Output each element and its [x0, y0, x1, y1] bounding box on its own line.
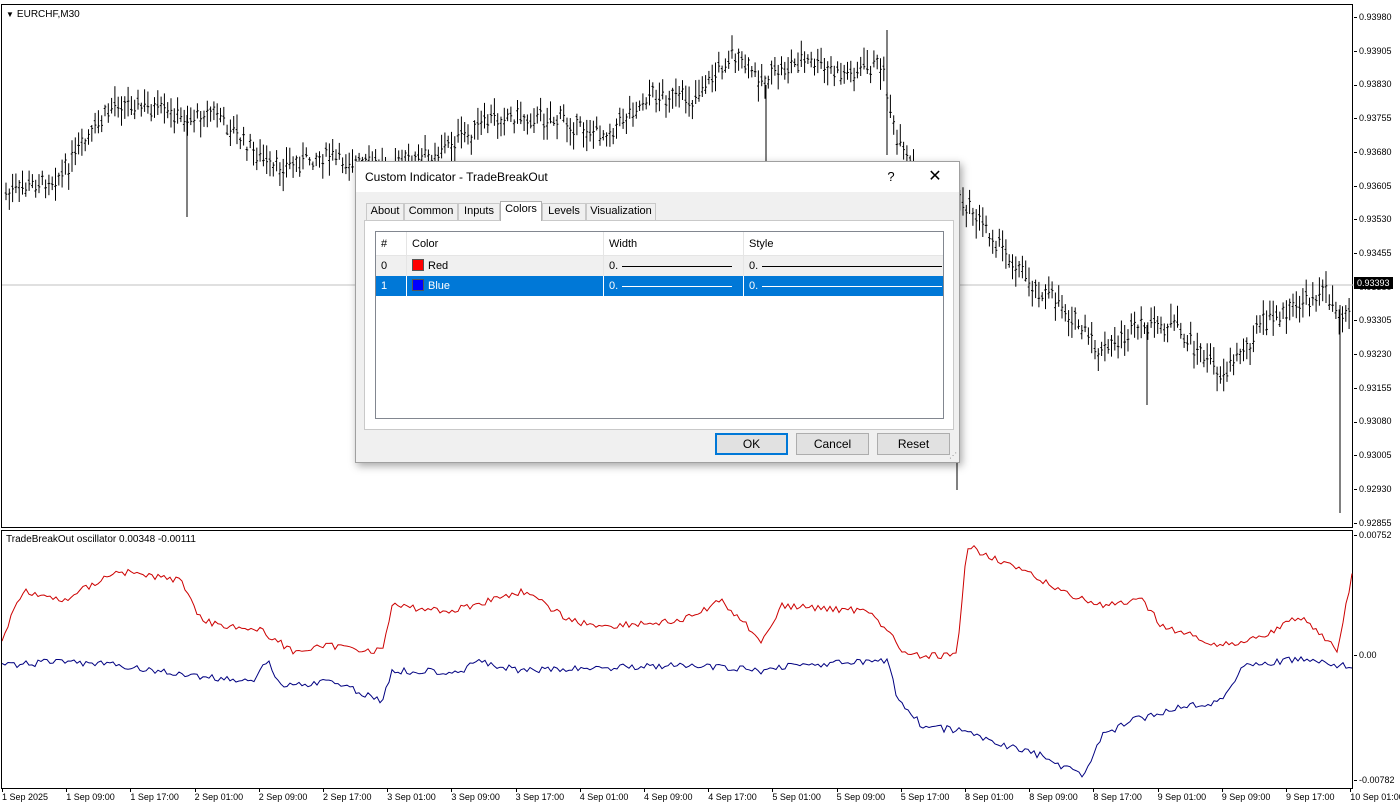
time-tick-label: 3 Sep 01:00 [387, 789, 436, 802]
time-tick-label: 8 Sep 01:00 [965, 789, 1014, 802]
column-header-index[interactable]: # [376, 232, 407, 256]
row-width-cell[interactable]: 0. [604, 276, 744, 296]
style-value: 0. [749, 280, 759, 292]
oscillator-blue-line [2, 656, 1353, 778]
current-price-tag: 0.93393 [1354, 277, 1393, 289]
row-index: 0 [376, 256, 407, 276]
row-style-cell[interactable]: 0. [744, 276, 943, 296]
tab-common[interactable]: Common [404, 203, 458, 220]
dialog-title: Custom Indicator - TradeBreakOut [365, 170, 548, 184]
tab-levels[interactable]: Levels [542, 203, 586, 220]
time-tick-label: 1 Sep 17:00 [130, 789, 179, 802]
width-value: 0. [609, 280, 619, 292]
oscillator-tick-label: 0.00 [1354, 650, 1377, 660]
time-tick-label: 9 Sep 09:00 [1221, 789, 1271, 802]
tab-visualization[interactable]: Visualization [586, 203, 656, 220]
color-name: Blue [428, 280, 451, 292]
time-tick-label: 4 Sep 01:00 [579, 789, 629, 802]
colors-tab-panel: # Color Width Style 0 Red 0. 0. 1 Blue 0… [364, 220, 954, 430]
row-width-cell[interactable]: 0. [604, 256, 744, 276]
color-swatch [412, 279, 424, 291]
close-button[interactable]: ✕ [920, 166, 950, 188]
oscillator-tick-label: 0.00752 [1354, 530, 1392, 540]
cancel-button[interactable]: Cancel [796, 433, 869, 455]
price-tick-label: 0.92930 [1354, 484, 1392, 494]
price-tick-label: 0.93230 [1354, 349, 1392, 359]
tab-inputs[interactable]: Inputs [458, 203, 500, 220]
price-tick-label: 0.93455 [1354, 248, 1392, 258]
price-tick-label: 0.93305 [1354, 315, 1392, 325]
row-index: 1 [376, 276, 407, 296]
ok-button[interactable]: OK [715, 433, 788, 455]
price-tick-label: 0.93830 [1354, 79, 1392, 89]
color-name: Red [428, 260, 449, 272]
table-row[interactable]: 1 Blue 0. 0. [376, 276, 943, 296]
dialog-titlebar[interactable]: Custom Indicator - TradeBreakOut ? ✕ [356, 162, 959, 192]
resize-grip-icon[interactable]: ⋰ [949, 452, 957, 460]
time-tick-label: 5 Sep 09:00 [836, 789, 886, 802]
time-tick-label: 3 Sep 09:00 [451, 789, 500, 802]
oscillator-pane[interactable]: TradeBreakOut oscillator 0.00348 -0.0011… [1, 530, 1353, 789]
time-tick-label: 10 Sep 01:00 [1350, 789, 1400, 802]
price-tick-label: 0.93155 [1354, 383, 1392, 393]
column-header-style[interactable]: Style [744, 232, 943, 256]
table-header: # Color Width Style [376, 232, 943, 256]
column-header-color[interactable]: Color [407, 232, 604, 256]
tab-about[interactable]: About [366, 203, 404, 220]
custom-indicator-dialog: Custom Indicator - TradeBreakOut ? ✕ Abo… [355, 161, 960, 463]
price-tick-label: 0.93530 [1354, 214, 1392, 224]
row-color-cell[interactable]: Blue [407, 276, 604, 296]
time-tick-label: 1 Sep 2025 [2, 789, 49, 802]
time-tick-label: 4 Sep 17:00 [708, 789, 757, 802]
time-tick-label: 9 Sep 17:00 [1286, 789, 1335, 802]
dropdown-triangle-icon[interactable]: ▼ [6, 10, 14, 19]
style-value: 0. [749, 260, 759, 272]
style-line-sample [762, 285, 943, 287]
price-tick-label: 0.93005 [1354, 450, 1392, 460]
color-swatch [412, 259, 424, 271]
price-axis: 0.93980 0.93905 0.93830 0.93755 0.93680 0.936… [1354, 4, 1400, 528]
oscillator-tick-label: -0.00782 [1354, 775, 1395, 785]
row-style-cell[interactable]: 0. [744, 256, 943, 276]
oscillator-red-line [2, 544, 1353, 660]
time-tick-label: 8 Sep 09:00 [1029, 789, 1078, 802]
price-tick-label: 0.93680 [1354, 147, 1392, 157]
time-tick-label: 5 Sep 17:00 [900, 789, 950, 802]
oscillator-label: TradeBreakOut oscillator 0.00348 -0.0011… [6, 534, 196, 545]
time-axis: 1 Sep 2025 1 Sep 09:00 1 Sep 17:00 2 Sep 01… [0, 789, 1400, 811]
price-tick-label: 0.93080 [1354, 416, 1392, 426]
time-tick-label: 2 Sep 09:00 [258, 789, 308, 802]
price-tick-label: 0.93605 [1354, 181, 1392, 191]
price-tick-label: 0.93980 [1354, 12, 1392, 22]
row-color-cell[interactable]: Red [407, 256, 604, 276]
column-header-width[interactable]: Width [604, 232, 744, 256]
oscillator-chart [2, 544, 1353, 778]
reset-button[interactable]: Reset [877, 433, 950, 455]
colors-table[interactable]: # Color Width Style 0 Red 0. 0. 1 Blue 0… [375, 231, 944, 419]
width-line-sample [622, 265, 733, 267]
symbol-label: ▼ EURCHF,M30 [6, 9, 80, 20]
time-tick-label: 4 Sep 09:00 [644, 789, 693, 802]
style-line-sample [762, 265, 943, 267]
width-line-sample [622, 285, 733, 287]
table-row[interactable]: 0 Red 0. 0. [376, 256, 943, 276]
time-tick-label: 9 Sep 01:00 [1157, 789, 1207, 802]
price-tick-label: 0.93905 [1354, 46, 1392, 56]
oscillator-axis: 0.00752 0.00 -0.00782 [1354, 530, 1400, 789]
time-tick-label: 2 Sep 17:00 [323, 789, 372, 802]
time-tick-label: 8 Sep 17:00 [1093, 789, 1142, 802]
price-tick-label: 0.92855 [1354, 518, 1392, 528]
time-tick-label: 5 Sep 01:00 [772, 789, 821, 802]
symbol-text: EURCHF,M30 [16, 9, 80, 20]
width-value: 0. [609, 260, 619, 272]
time-tick-label: 2 Sep 01:00 [194, 789, 244, 802]
tab-colors[interactable]: Colors [500, 201, 542, 221]
time-tick-label: 1 Sep 09:00 [66, 789, 115, 802]
help-button[interactable]: ? [876, 166, 906, 188]
time-tick-label: 3 Sep 17:00 [515, 789, 565, 802]
price-tick-label: 0.93755 [1354, 113, 1392, 123]
